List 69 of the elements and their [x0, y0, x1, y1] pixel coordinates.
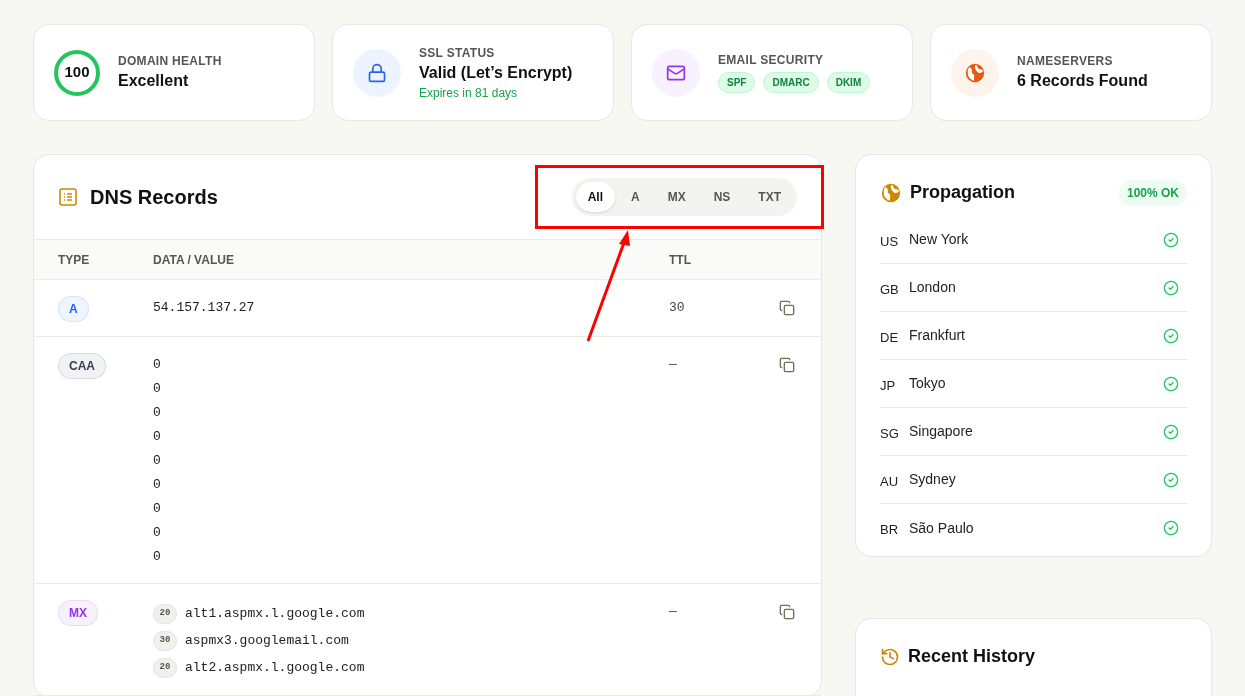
lock-icon [353, 48, 401, 97]
record-value: alt1.aspmx.l.google.com [185, 604, 365, 623]
stat-label: EMAIL SECURITY [718, 52, 825, 68]
filter-tab[interactable]: A [619, 182, 652, 212]
city-name: London [909, 278, 957, 297]
globe-icon [880, 181, 902, 204]
record-value: 0 [153, 380, 162, 398]
section-title: DNS Records [90, 185, 218, 210]
country-code: SG [880, 424, 900, 443]
history-icon [880, 646, 900, 667]
city-name: São Paulo [909, 518, 975, 538]
country-code: DE [880, 328, 900, 347]
record-value: 0 [153, 524, 162, 542]
globe-drawing [964, 61, 986, 84]
copy-button[interactable] [779, 300, 795, 316]
city-name: Singapore [909, 422, 974, 441]
filter-tab[interactable]: NS [701, 182, 743, 212]
status-badge: 100% OK [1118, 179, 1187, 206]
section-title: Recent History [908, 645, 1036, 668]
record-type-badge: MX [58, 600, 98, 626]
record-value: 0 [153, 476, 162, 494]
list-icon [58, 187, 78, 207]
filter-tab[interactable]: MX [655, 182, 698, 212]
record-value: 0 [153, 356, 162, 374]
filter-tab[interactable]: All [575, 182, 615, 212]
stat-value: 6 Records Found [1017, 70, 1148, 91]
stat-label: DOMAIN HEALTH [118, 52, 222, 69]
priority-badge: 20 [153, 603, 177, 624]
stat-label: SSL STATUS [419, 44, 496, 61]
mail-icon [652, 48, 700, 97]
stat-value: Valid (Let’s Encrypt) [419, 62, 573, 83]
record-value: aspmx3.googlemail.com [185, 631, 349, 650]
record-type-badge: A [58, 296, 89, 322]
section-title: Propagation [910, 181, 1015, 204]
record-value: 54.157.137.27 [153, 299, 256, 317]
city-name: Frankfurt [909, 326, 966, 345]
protocol-tag: SPF [718, 72, 756, 93]
record-value: 0 [153, 428, 162, 446]
stat-value: Excellent [118, 70, 190, 91]
country-code: GB [880, 280, 900, 299]
filter-tab[interactable]: TXT [746, 182, 793, 212]
country-code: AU [880, 472, 900, 491]
stat-label: NAMESERVERS [1017, 52, 1114, 69]
record-value: alt2.aspmx.l.google.com [185, 658, 365, 677]
city-name: Sydney [909, 470, 957, 489]
record-value: 0 [153, 548, 162, 566]
record-type-badge: CAA [58, 353, 106, 379]
priority-badge: 30 [153, 630, 177, 651]
priority-badge: 20 [153, 657, 177, 678]
column-header: TYPE [58, 251, 91, 269]
ttl-value: — [669, 603, 678, 621]
copy-button[interactable] [779, 604, 795, 620]
country-code: JP [880, 376, 897, 395]
health-score-ring: 100 [54, 49, 100, 96]
record-value: 0 [153, 452, 162, 470]
ttl-value: — [669, 356, 678, 374]
protocol-tag: DMARC [763, 72, 819, 93]
column-header: DATA / VALUE [153, 251, 235, 269]
country-code: BR [880, 521, 900, 540]
copy-button[interactable] [779, 357, 795, 373]
record-value: 0 [153, 404, 162, 422]
expiry-note: Expires in 81 days [419, 84, 519, 101]
record-value: 0 [153, 500, 162, 518]
city-name: New York [909, 230, 970, 249]
column-header: TTL [669, 251, 691, 269]
ttl-value: 30 [669, 299, 686, 317]
protocol-tag: DKIM [826, 72, 871, 93]
city-name: Tokyo [909, 374, 947, 393]
country-code: US [880, 232, 900, 251]
